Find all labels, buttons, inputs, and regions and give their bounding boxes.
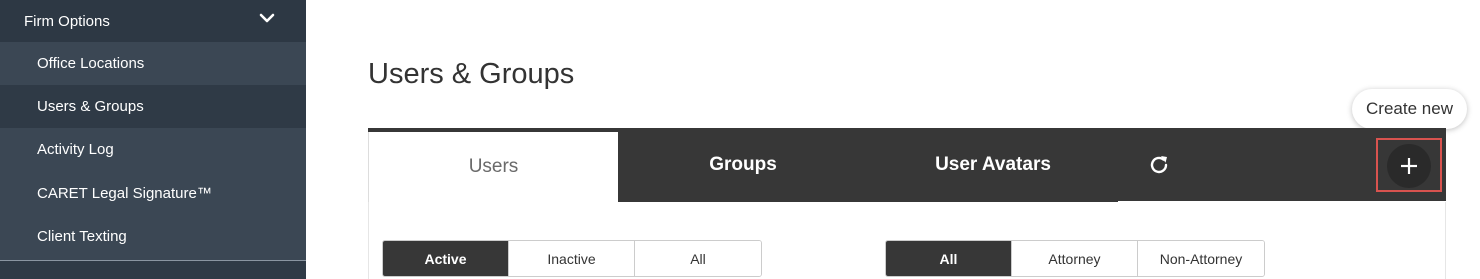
sidebar-item-label: Office Locations (37, 55, 145, 72)
sidebar-item-client-texting[interactable]: Client Texting (0, 215, 306, 258)
refresh-icon[interactable] (1146, 152, 1172, 178)
sidebar-next-section[interactable] (0, 261, 306, 279)
filter-all-status-button[interactable]: All (635, 241, 761, 276)
filter-active-button[interactable]: Active (383, 241, 509, 276)
tab-label: Groups (709, 154, 777, 175)
sidebar-item-label: Client Texting (37, 228, 127, 245)
tab-user-avatars[interactable]: User Avatars (868, 128, 1118, 202)
filter-all-types-button[interactable]: All (886, 241, 1012, 276)
filter-non-attorney-button[interactable]: Non-Attorney (1138, 241, 1264, 276)
sidebar: Firm Options Office Locations Users & Gr… (0, 0, 306, 279)
sidebar-item-users-groups[interactable]: Users & Groups (0, 85, 306, 128)
plus-icon (1401, 158, 1417, 174)
sidebar-item-label: Users & Groups (37, 98, 144, 115)
page-title: Users & Groups (368, 58, 575, 90)
tab-bar: Users Groups User Avatars (368, 128, 1446, 202)
status-filter: Active Inactive All (382, 240, 762, 277)
tab-label: Users (468, 156, 519, 177)
sidebar-item-label: CARET Legal Signature™ (37, 185, 212, 202)
filter-attorney-button[interactable]: Attorney (1012, 241, 1138, 276)
create-new-button[interactable] (1387, 144, 1431, 188)
firm-options-header[interactable]: Firm Options (0, 0, 306, 42)
user-type-filter: All Attorney Non-Attorney (885, 240, 1265, 277)
create-new-tooltip: Create new (1352, 89, 1467, 129)
firm-options-label: Firm Options (24, 12, 110, 30)
sidebar-item-office-locations[interactable]: Office Locations (0, 42, 306, 85)
tab-groups[interactable]: Groups (618, 128, 868, 202)
sidebar-item-activity-log[interactable]: Activity Log (0, 128, 306, 171)
filter-inactive-button[interactable]: Inactive (509, 241, 635, 276)
sidebar-item-caret-legal-signature[interactable]: CARET Legal Signature™ (0, 172, 306, 215)
sidebar-item-label: Activity Log (37, 141, 114, 158)
tab-label: User Avatars (935, 154, 1051, 175)
chevron-down-icon[interactable] (258, 9, 276, 27)
tab-users[interactable]: Users (368, 132, 618, 202)
